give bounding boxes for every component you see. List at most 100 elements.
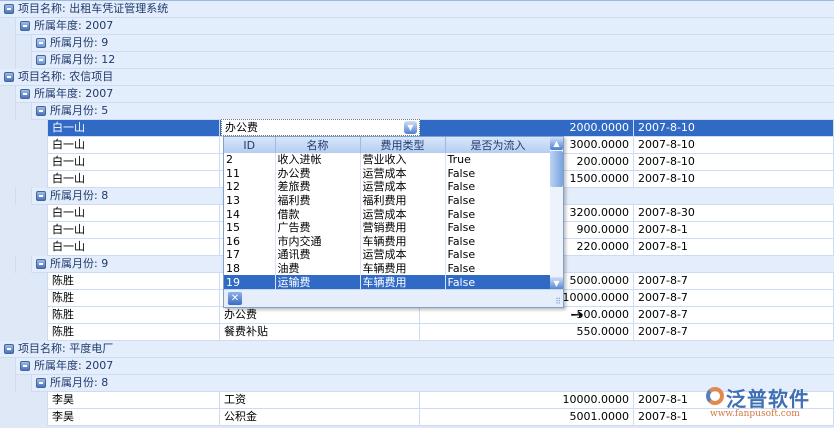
cell-expense-type[interactable]: 工资 — [220, 392, 420, 409]
cell-person[interactable]: 陈胜 — [48, 290, 220, 307]
group-row[interactable]: 所属年度: 2007 — [0, 358, 834, 375]
cell-person[interactable]: 白一山 — [48, 154, 220, 171]
cell-person[interactable]: 陈胜 — [48, 307, 220, 324]
cell-expense-type[interactable]: 办公费 — [220, 307, 420, 324]
cell-date[interactable]: 2007-8-10 — [634, 120, 834, 137]
group-row[interactable]: 所属月份: 9 — [0, 35, 834, 52]
dropdown-option[interactable]: 18 油费 车辆费用 False — [224, 261, 552, 276]
cell-amount[interactable]: 10000.0000 — [420, 392, 634, 409]
indent — [0, 375, 16, 392]
collapse-icon[interactable] — [36, 191, 46, 201]
combo-value: 办公费 — [225, 121, 258, 134]
cell-person[interactable]: 白一山 — [48, 222, 220, 239]
group-row[interactable]: 所属月份: 5 — [0, 103, 834, 120]
group-label: 所属年度: 2007 — [34, 87, 114, 100]
collapse-icon[interactable] — [20, 361, 30, 371]
cell-date[interactable]: 2007-8-10 — [634, 154, 834, 171]
cell-person[interactable]: 白一山 — [48, 239, 220, 256]
collapse-icon[interactable] — [4, 4, 14, 14]
group-label: 所属年度: 2007 — [34, 359, 114, 372]
group-row[interactable]: 所属年度: 2007 — [0, 86, 834, 103]
cell-person[interactable]: 李昊 — [48, 392, 220, 409]
collapse-icon[interactable] — [36, 259, 46, 269]
cell-person[interactable]: 白一山 — [48, 205, 220, 222]
group-row[interactable]: 所属月份: 12 — [0, 52, 834, 69]
group-row[interactable]: 项目名称: 平度电厂 — [0, 341, 834, 358]
cell-expense-type[interactable]: 公积金 — [220, 409, 420, 426]
option-inflow: False — [445, 261, 552, 276]
option-id: 17 — [224, 248, 276, 262]
cell-date[interactable]: 2007-8-30 — [634, 205, 834, 222]
cell-amount[interactable]: 500.0000 — [420, 307, 634, 324]
cell-person[interactable]: 白一山 — [48, 137, 220, 154]
cell-amount[interactable]: 550.0000 — [420, 324, 634, 341]
cell-amount[interactable]: 2000.0000 — [420, 120, 634, 137]
cell-person[interactable]: 陈胜 — [48, 324, 220, 341]
indent — [0, 103, 16, 120]
table-row[interactable]: 陈胜 餐费补贴 550.0000 2007-8-7 — [0, 324, 834, 341]
group-row[interactable]: 项目名称: 农信项目 — [0, 69, 834, 86]
dropdown-option[interactable]: 12 差旅费 运营成本 False — [224, 180, 552, 194]
cell-date[interactable]: 2007-8-7 — [634, 324, 834, 341]
cell-person[interactable]: 李昊 — [48, 409, 220, 426]
cell-date[interactable]: 2007-8-10 — [634, 137, 834, 154]
dropdown-option[interactable]: 19 运输费 车辆费用 False — [224, 275, 552, 289]
column-header-type[interactable]: 费用类型 — [360, 137, 446, 153]
collapse-icon[interactable] — [4, 344, 14, 354]
option-inflow: False — [445, 207, 552, 221]
collapse-icon[interactable] — [20, 21, 30, 31]
expand-icon[interactable] — [36, 55, 46, 65]
group-row[interactable]: 所属年度: 2007 — [0, 18, 834, 35]
cell-date[interactable]: 2007-8-1 — [634, 222, 834, 239]
cell-person[interactable]: 白一山 — [48, 120, 220, 137]
close-icon[interactable]: ✕ — [228, 292, 242, 305]
resize-grip-icon[interactable]: ⠿ — [555, 297, 561, 306]
indent — [16, 375, 32, 392]
cell-date[interactable]: 2007-8-7 — [634, 273, 834, 290]
expand-icon[interactable] — [36, 38, 46, 48]
dropdown-option[interactable]: 11 办公费 运营成本 False — [224, 166, 552, 181]
dropdown-option[interactable]: 17 通讯费 运营成本 False — [224, 248, 552, 262]
cell-date[interactable]: 2007-8-7 — [634, 307, 834, 324]
option-type: 营业收入 — [360, 153, 446, 167]
dropdown-option[interactable]: 2 收入进帐 营业收入 True — [224, 153, 552, 167]
cell-date[interactable]: 2007-8-1 — [634, 239, 834, 256]
column-header-name[interactable]: 名称 — [275, 137, 361, 153]
scroll-thumb[interactable] — [550, 151, 563, 187]
indent — [0, 18, 16, 35]
cell-person[interactable]: 白一山 — [48, 171, 220, 188]
indent — [0, 52, 16, 69]
option-id: 16 — [224, 234, 276, 249]
collapse-icon[interactable] — [36, 106, 46, 116]
cell-date[interactable]: 2007-8-10 — [634, 171, 834, 188]
scroll-up-icon[interactable]: ▲ — [550, 137, 563, 150]
group-row[interactable]: 项目名称: 出租车凭证管理系统 — [0, 1, 834, 18]
table-row[interactable]: 陈胜 办公费 500.0000 2007-8-7 — [0, 307, 834, 324]
collapse-icon[interactable] — [20, 89, 30, 99]
dropdown-option[interactable]: 14 借款 运营成本 False — [224, 207, 552, 221]
dropdown-option[interactable]: 16 市内交通 车辆费用 False — [224, 234, 552, 249]
group-label: 所属月份: 9 — [50, 36, 109, 49]
indent — [0, 154, 48, 171]
indent — [0, 86, 16, 103]
cell-amount[interactable]: 5001.0000 — [420, 409, 634, 426]
cell-expense-type[interactable]: 餐费补贴 — [220, 324, 420, 341]
group-label: 所属月份: 9 — [50, 257, 109, 270]
collapse-icon[interactable] — [36, 378, 46, 388]
collapse-icon[interactable] — [4, 72, 14, 82]
expense-type-combobox[interactable]: 办公费 ▼ — [221, 119, 420, 136]
column-header-inflow[interactable]: 是否为流入 — [445, 137, 552, 153]
indent — [16, 52, 32, 69]
group-label: 项目名称: 农信项目 — [18, 70, 114, 83]
option-inflow: False — [445, 234, 552, 249]
column-header-id[interactable]: ID — [224, 137, 276, 153]
cell-date[interactable]: 2007-8-7 — [634, 290, 834, 307]
dropdown-option[interactable]: 13 福利费 福利费用 False — [224, 193, 552, 208]
dropdown-option[interactable]: 15 广告费 营销费用 False — [224, 220, 552, 235]
vertical-scrollbar[interactable]: ▲ ▼ — [550, 137, 563, 290]
chevron-down-icon[interactable]: ▼ — [404, 121, 417, 134]
option-name: 办公费 — [275, 166, 361, 181]
group-label: 所属月份: 12 — [50, 53, 116, 66]
cell-person[interactable]: 陈胜 — [48, 273, 220, 290]
option-name: 通讯费 — [275, 248, 361, 262]
